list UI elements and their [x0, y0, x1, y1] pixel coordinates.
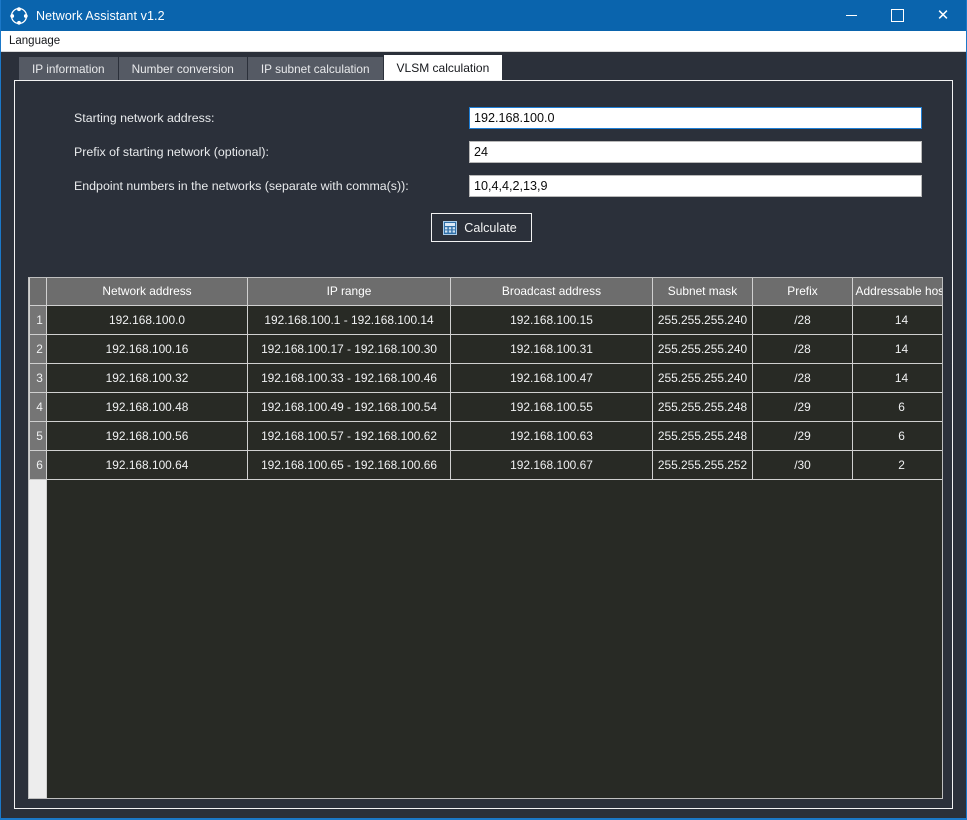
cell-broadcast-address[interactable]: 192.168.100.67 [450, 449, 653, 480]
table-header-row: Network address IP range Broadcast addre… [29, 278, 942, 306]
row-number-header [29, 278, 47, 306]
table-row[interactable]: 2 192.168.100.16 192.168.100.17 - 192.16… [29, 333, 942, 364]
grid-row-gutter [29, 479, 47, 798]
app-window: Network Assistant v1.2 ✕ Language IP inf… [0, 0, 967, 820]
cell-broadcast-address[interactable]: 192.168.100.55 [450, 391, 653, 422]
cell-subnet-mask[interactable]: 255.255.255.240 [652, 362, 753, 393]
header-prefix[interactable]: Prefix [752, 278, 853, 306]
cell-ip-range[interactable]: 192.168.100.17 - 192.168.100.30 [247, 333, 451, 364]
cell-ip-range[interactable]: 192.168.100.49 - 192.168.100.54 [247, 391, 451, 422]
grid-empty-body [47, 479, 942, 798]
form-row-endpoint-numbers: Endpoint numbers in the networks (separa… [15, 169, 952, 203]
cell-network-address[interactable]: 192.168.100.56 [46, 420, 248, 451]
cell-addressable-host[interactable]: 6 [852, 391, 942, 422]
menu-bar: Language [1, 31, 966, 52]
cell-addressable-host[interactable]: 14 [852, 362, 942, 393]
cell-broadcast-address[interactable]: 192.168.100.31 [450, 333, 653, 364]
cell-prefix[interactable]: /28 [752, 333, 853, 364]
table-row[interactable]: 4 192.168.100.48 192.168.100.49 - 192.16… [29, 391, 942, 422]
starting-network-address-input[interactable] [469, 107, 922, 129]
cell-ip-range[interactable]: 192.168.100.1 - 192.168.100.14 [247, 304, 451, 335]
form-row-starting-network-address: Starting network address: [15, 101, 952, 135]
form-row-prefix: Prefix of starting network (optional): [15, 135, 952, 169]
cell-prefix[interactable]: /30 [752, 449, 853, 480]
row-number[interactable]: 6 [29, 449, 47, 480]
row-number[interactable]: 1 [29, 304, 47, 335]
cell-network-address[interactable]: 192.168.100.16 [46, 333, 248, 364]
cell-network-address[interactable]: 192.168.100.64 [46, 449, 248, 480]
calculate-button[interactable]: Calculate [431, 213, 532, 242]
maximize-button[interactable] [874, 0, 920, 31]
calculator-icon [443, 220, 458, 235]
cell-subnet-mask[interactable]: 255.255.255.240 [652, 304, 753, 335]
cell-subnet-mask[interactable]: 255.255.255.252 [652, 449, 753, 480]
cell-subnet-mask[interactable]: 255.255.255.248 [652, 420, 753, 451]
label-endpoint-numbers: Endpoint numbers in the networks (separa… [74, 179, 409, 193]
cell-addressable-host[interactable]: 14 [852, 333, 942, 364]
table-row[interactable]: 6 192.168.100.64 192.168.100.65 - 192.16… [29, 449, 942, 480]
results-table-head: Network address IP range Broadcast addre… [29, 278, 942, 306]
row-number[interactable]: 3 [29, 362, 47, 393]
label-prefix-of-starting-network: Prefix of starting network (optional): [74, 145, 269, 159]
vlsm-results-grid[interactable]: Network address IP range Broadcast addre… [28, 277, 943, 799]
window-controls: ✕ [828, 0, 966, 31]
close-button[interactable]: ✕ [920, 0, 966, 31]
cell-prefix[interactable]: /29 [752, 391, 853, 422]
cell-addressable-host[interactable]: 6 [852, 420, 942, 451]
cell-ip-range[interactable]: 192.168.100.33 - 192.168.100.46 [247, 362, 451, 393]
prefix-input[interactable] [469, 141, 922, 163]
tab-ip-subnet-calculation[interactable]: IP subnet calculation [247, 57, 384, 80]
label-starting-network-address: Starting network address: [74, 111, 215, 125]
tab-vlsm-calculation[interactable]: VLSM calculation [383, 55, 503, 80]
tab-ip-information[interactable]: IP information [19, 57, 119, 80]
header-ip-range[interactable]: IP range [247, 278, 451, 306]
header-network-address[interactable]: Network address [46, 278, 248, 306]
cell-subnet-mask[interactable]: 255.255.255.248 [652, 391, 753, 422]
cell-broadcast-address[interactable]: 192.168.100.47 [450, 362, 653, 393]
row-number[interactable]: 4 [29, 391, 47, 422]
cell-prefix[interactable]: /28 [752, 304, 853, 335]
vlsm-form: Starting network address: Prefix of star… [15, 81, 952, 242]
menu-item-language[interactable]: Language [1, 31, 66, 51]
results-table-body: 1 192.168.100.0 192.168.100.1 - 192.168.… [29, 304, 942, 480]
cell-ip-range[interactable]: 192.168.100.57 - 192.168.100.62 [247, 420, 451, 451]
table-row[interactable]: 5 192.168.100.56 192.168.100.57 - 192.16… [29, 420, 942, 451]
vlsm-calculation-panel: Starting network address: Prefix of star… [14, 80, 953, 809]
cell-ip-range[interactable]: 192.168.100.65 - 192.168.100.66 [247, 449, 451, 480]
tab-strip: IP information Number conversion IP subn… [1, 52, 966, 80]
tab-number-conversion[interactable]: Number conversion [118, 57, 248, 80]
header-addressable-host[interactable]: Addressable host [852, 278, 942, 306]
grid-empty-area [29, 479, 942, 798]
header-subnet-mask[interactable]: Subnet mask [652, 278, 753, 306]
network-hub-icon [10, 6, 28, 25]
cell-prefix[interactable]: /28 [752, 362, 853, 393]
calculate-button-label: Calculate [464, 220, 517, 235]
header-broadcast-address[interactable]: Broadcast address [450, 278, 653, 306]
window-title: Network Assistant v1.2 [36, 8, 165, 23]
table-row[interactable]: 3 192.168.100.32 192.168.100.33 - 192.16… [29, 362, 942, 393]
cell-addressable-host[interactable]: 14 [852, 304, 942, 335]
cell-broadcast-address[interactable]: 192.168.100.63 [450, 420, 653, 451]
cell-subnet-mask[interactable]: 255.255.255.240 [652, 333, 753, 364]
row-number[interactable]: 2 [29, 333, 47, 364]
cell-addressable-host[interactable]: 2 [852, 449, 942, 480]
row-number[interactable]: 5 [29, 420, 47, 451]
cell-network-address[interactable]: 192.168.100.0 [46, 304, 248, 335]
title-bar: Network Assistant v1.2 ✕ [1, 0, 966, 31]
endpoint-numbers-input[interactable] [469, 175, 922, 197]
cell-broadcast-address[interactable]: 192.168.100.15 [450, 304, 653, 335]
table-row[interactable]: 1 192.168.100.0 192.168.100.1 - 192.168.… [29, 304, 942, 335]
cell-network-address[interactable]: 192.168.100.48 [46, 391, 248, 422]
cell-network-address[interactable]: 192.168.100.32 [46, 362, 248, 393]
minimize-button[interactable] [828, 0, 874, 31]
results-table: Network address IP range Broadcast addre… [29, 278, 942, 480]
cell-prefix[interactable]: /29 [752, 420, 853, 451]
calculate-button-row: Calculate [15, 203, 952, 242]
